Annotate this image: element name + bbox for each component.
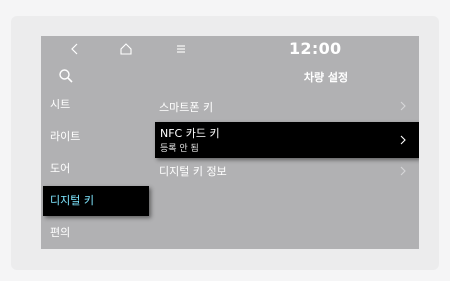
clock: 12:00 [289,39,342,58]
infotainment-screen: 12:00 차량 설정 시트 라이트 도어 디지털 키 편의 스마트폰 키 NF… [41,36,419,249]
sidebar-item-convenience[interactable]: 편의 [50,218,154,248]
search-icon[interactable] [58,68,74,84]
page-title: 차량 설정 [303,71,349,84]
sidebar-item-label: 도어 [50,162,71,175]
sidebar: 시트 라이트 도어 디지털 키 편의 [41,90,154,249]
list-item-digital-key-info[interactable]: 디지털 키 정보 [154,158,419,184]
top-bar: 12:00 [41,36,419,62]
list-item-status: 등록 안 됨 [160,144,199,154]
settings-list: 스마트폰 키 NFC 카드 키 등록 안 됨 디지털 키 정보 [154,90,419,249]
sidebar-item-light[interactable]: 라이트 [50,122,154,152]
list-item-smartphone-key[interactable]: 스마트폰 키 [154,93,419,119]
chevron-right-icon [400,101,406,111]
sidebar-item-seat[interactable]: 시트 [50,90,154,120]
home-icon[interactable] [119,42,133,56]
menu-icon[interactable] [175,43,187,55]
sidebar-item-label: 시트 [50,98,71,111]
list-item-nfc-card-key[interactable]: NFC 카드 키 등록 안 됨 [155,122,419,158]
chevron-right-icon [400,166,406,176]
chevron-right-icon [400,135,406,145]
sidebar-item-digital-key[interactable]: 디지털 키 [43,186,149,216]
list-item-label: 스마트폰 키 [159,101,214,114]
sidebar-item-label: 디지털 키 [50,194,94,207]
list-item-label: NFC 카드 키 [160,127,220,140]
back-icon[interactable] [69,42,81,56]
sidebar-item-label: 편의 [50,226,71,239]
list-item-label: 디지털 키 정보 [159,165,227,178]
sidebar-item-door[interactable]: 도어 [50,154,154,184]
sidebar-item-label: 라이트 [50,130,81,143]
